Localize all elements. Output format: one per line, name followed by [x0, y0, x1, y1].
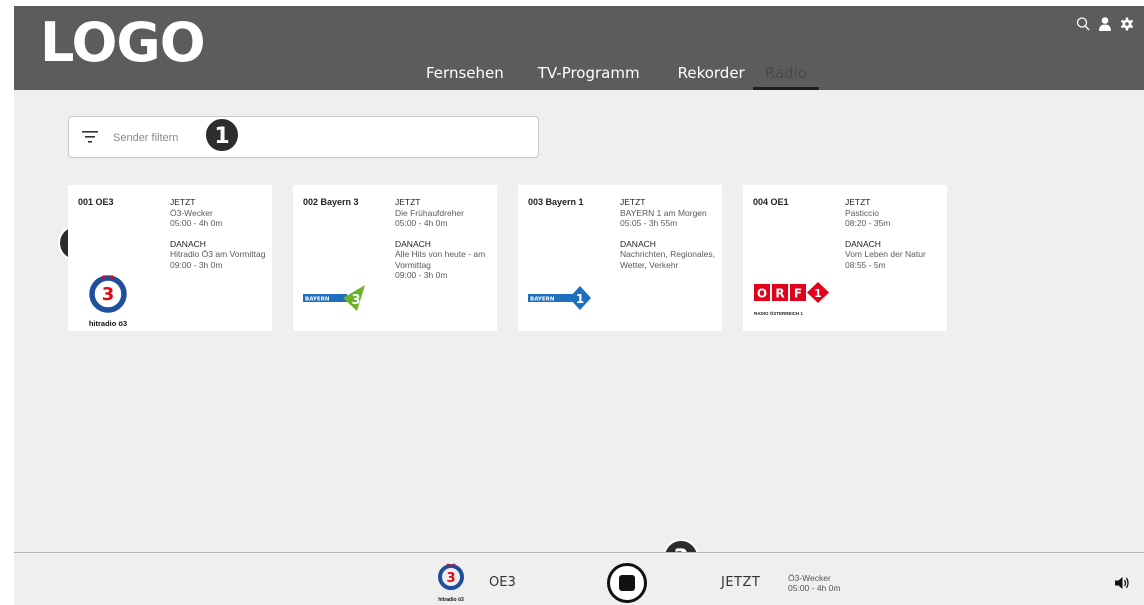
player-bar: 3 hitradio ö3 OE3 JETZT Ö3-Wecker 05:00 …: [14, 552, 1144, 605]
next-label: DANACH: [620, 238, 656, 249]
gear-icon[interactable]: [1120, 16, 1134, 32]
app-frame: LOGO Fernsehen TV-Programm Rekorder Radi…: [14, 6, 1144, 605]
now-time: 05:00 - 4h 0m: [395, 218, 448, 228]
station-schedule: JETZT Ö3-Wecker 05:00 - 4h 0m DANACH Hit…: [170, 197, 266, 270]
bayern1-logo-icon: BAYERN 1: [528, 286, 591, 310]
player-station-logo: 3 hitradio ö3: [434, 562, 468, 603]
station-name: 003 Bayern 1: [528, 197, 584, 207]
station-filter-input[interactable]: [113, 127, 513, 149]
nav-radio[interactable]: Radio: [752, 64, 820, 90]
next-show: Hitradio Ö3 am Vormittag: [170, 249, 266, 259]
svg-text:1: 1: [576, 292, 584, 306]
search-icon[interactable]: [1076, 16, 1090, 32]
station-schedule: JETZT BAYERN 1 am Morgen 05:05 - 3h 55m …: [620, 197, 716, 270]
header-actions: [1076, 16, 1134, 32]
now-label: JETZT: [170, 197, 196, 207]
svg-text:3: 3: [102, 284, 115, 305]
next-label: DANACH: [845, 238, 881, 249]
player-now-time: 05:00 - 4h 0m: [788, 583, 841, 593]
next-label: DANACH: [395, 238, 431, 249]
player-now-info: Ö3-Wecker 05:00 - 4h 0m: [788, 573, 840, 593]
app-logo[interactable]: LOGO: [40, 16, 206, 70]
callout-1: 1: [204, 117, 240, 153]
now-show: BAYERN 1 am Morgen: [620, 207, 707, 218]
now-show: Pasticcio: [845, 207, 880, 218]
nav-rekorder[interactable]: Rekorder: [678, 64, 745, 82]
station-name: 004 OE1: [753, 197, 789, 207]
station-card-bayern1[interactable]: 003 Bayern 1 JETZT BAYERN 1 am Morgen 05…: [518, 185, 722, 331]
oe1-logo-icon: O R F 1: [754, 282, 829, 303]
svg-text:1: 1: [814, 287, 822, 300]
oe3-logo-icon: 3: [89, 275, 127, 313]
volume-icon[interactable]: [1114, 576, 1130, 590]
now-show: Die Frühaufdreher: [395, 207, 464, 218]
oe3-logo: 3 hitradio ö3: [80, 273, 136, 328]
next-show: Vom Leben der Natur: [845, 249, 926, 259]
next-time: 08:55 - 5m: [845, 259, 886, 270]
main-nav: Fernsehen TV-Programm Rekorder Radio: [426, 64, 841, 90]
station-schedule: JETZT Die Frühaufdreher 05:00 - 4h 0m DA…: [395, 197, 491, 281]
next-show: Nachrichten, Regionales, Wetter, Verkehr: [620, 249, 715, 270]
now-time: 05:00 - 4h 0m: [170, 218, 223, 228]
now-label: JETZT: [620, 197, 646, 207]
station-card-oe1[interactable]: 004 OE1 JETZT Pasticcio 08:20 - 35m DANA…: [743, 185, 947, 331]
station-schedule: JETZT Pasticcio 08:20 - 35m DANACH Vom L…: [845, 197, 941, 270]
svg-text:F: F: [794, 287, 802, 301]
now-label: JETZT: [845, 197, 871, 207]
stop-icon: [619, 575, 635, 591]
station-name: 002 Bayern 3: [303, 197, 359, 207]
svg-text:3: 3: [446, 571, 455, 586]
next-time: 09:00 - 3h 0m: [395, 270, 448, 280]
now-time: 05:05 - 3h 55m: [620, 218, 678, 228]
user-icon[interactable]: [1098, 16, 1112, 32]
station-card-bayern3[interactable]: 002 Bayern 3 JETZT Die Frühaufdreher 05:…: [293, 185, 497, 331]
svg-text:3: 3: [351, 293, 360, 308]
station-filter-field[interactable]: [68, 116, 539, 158]
now-time: 08:20 - 35m: [845, 218, 891, 228]
oe3-logo-icon: 3: [438, 563, 464, 590]
filter-icon: [82, 131, 98, 143]
next-time: 09:00 - 3h 0m: [170, 259, 223, 270]
svg-text:O: O: [757, 287, 767, 301]
now-label: JETZT: [395, 197, 421, 207]
oe3-logo-label: hitradio ö3: [88, 319, 128, 328]
bayern3-logo-icon: BAYERN 3: [303, 285, 365, 311]
oe1-logo: O R F 1 RADIO ÖSTERREICH 1: [754, 281, 830, 316]
header-bar: LOGO Fernsehen TV-Programm Rekorder Radi…: [14, 6, 1144, 90]
player-station-name: OE3: [489, 575, 516, 590]
oe1-logo-subtext: RADIO ÖSTERREICH 1: [754, 311, 804, 316]
stop-button[interactable]: [607, 563, 647, 603]
station-list: 001 OE3 JETZT Ö3-Wecker 05:00 - 4h 0m DA…: [68, 185, 947, 331]
station-card-oe3[interactable]: 001 OE3 JETZT Ö3-Wecker 05:00 - 4h 0m DA…: [68, 185, 272, 331]
bayern1-logo: BAYERN 1: [528, 285, 594, 311]
svg-text:BAYERN: BAYERN: [530, 296, 555, 302]
next-label: DANACH: [170, 238, 206, 249]
player-now-label: JETZT: [721, 575, 761, 590]
svg-text:BAYERN: BAYERN: [305, 296, 330, 302]
player-logo-label: hitradio ö3: [438, 597, 464, 603]
nav-fernsehen[interactable]: Fernsehen: [426, 64, 504, 82]
bayern3-logo: BAYERN 3: [303, 283, 369, 313]
nav-tv-programm[interactable]: TV-Programm: [538, 64, 640, 82]
station-name: 001 OE3: [78, 197, 114, 207]
player-now-show: Ö3-Wecker: [788, 573, 831, 583]
svg-text:R: R: [775, 287, 784, 301]
now-show: Ö3-Wecker: [170, 207, 213, 218]
next-show: Alle Hits von heute - am Vormittag: [395, 249, 486, 270]
